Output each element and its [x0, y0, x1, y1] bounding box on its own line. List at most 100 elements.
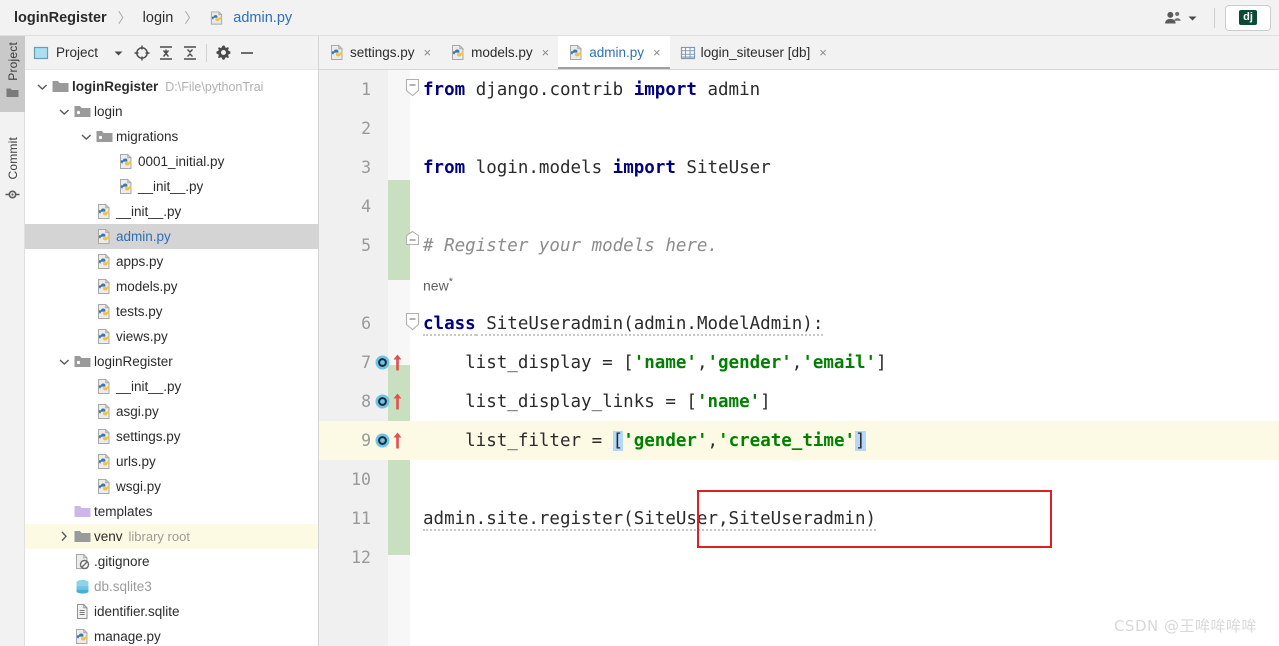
tree-item-label: views.py: [116, 329, 168, 344]
folder-icon: [73, 529, 91, 544]
user-account-button[interactable]: [1154, 10, 1208, 26]
gitignore-file-icon: [73, 553, 91, 570]
breadcrumb: loginRegister 〉 login 〉 admin.py: [0, 8, 296, 28]
editor-tab-login-siteuser-db[interactable]: login_siteuser [db] ×: [670, 36, 836, 69]
tree-item-label: loginRegister: [72, 79, 159, 94]
code-line: 5 # Register your models here.: [319, 226, 1279, 265]
python-file-icon: [209, 10, 224, 26]
python-file-icon: [95, 403, 113, 420]
python-file-icon: [95, 378, 113, 395]
tree-item-label: __init__.py: [116, 379, 182, 394]
tree-item-apps-py[interactable]: apps.py: [25, 249, 318, 274]
tree-item-init-py[interactable]: __init__.py: [25, 199, 318, 224]
line-number: 2: [361, 119, 371, 138]
tree-item-label: venv: [94, 529, 123, 544]
tree-item-label: asgi.py: [116, 404, 159, 419]
breadcrumb-separator-icon: 〉: [184, 9, 199, 26]
tree-item-asgi-py[interactable]: asgi.py: [25, 399, 318, 424]
editor-tab-settings-py[interactable]: settings.py ×: [319, 36, 440, 69]
line-content: list_display = ['name','gender','email']: [423, 352, 887, 373]
tree-item-loginregister[interactable]: loginRegister D:\File\pythonTrai: [25, 74, 318, 99]
project-panel-toolbar: Project: [25, 36, 318, 70]
editor-tab-admin-py[interactable]: admin.py ×: [558, 36, 671, 69]
tree-twisty-expanded-icon[interactable]: [33, 83, 51, 91]
tree-item-tests-py[interactable]: tests.py: [25, 299, 318, 324]
close-icon[interactable]: ×: [819, 45, 827, 60]
tree-item-tag: library root: [128, 529, 190, 544]
tree-twisty-expanded-icon[interactable]: [77, 133, 95, 141]
tool-tab-project[interactable]: Project: [0, 36, 25, 112]
tree-item-urls-py[interactable]: urls.py: [25, 449, 318, 474]
tree-item-identifier-sqlite[interactable]: identifier.sqlite: [25, 599, 318, 624]
editor-tab-label: login_siteuser [db]: [700, 45, 811, 60]
line-number: 8: [361, 392, 371, 411]
tree-item-loginregister[interactable]: loginRegister: [25, 349, 318, 374]
tree-item-label: admin.py: [116, 229, 171, 244]
tree-item-label: login: [94, 104, 123, 119]
tree-twisty-expanded-icon[interactable]: [55, 358, 73, 366]
gear-icon[interactable]: [211, 41, 235, 65]
python-file-icon: [95, 278, 113, 295]
breadcrumb-item-file[interactable]: admin.py: [229, 9, 296, 27]
gutter-marker-property[interactable]: [374, 392, 404, 411]
tree-item-label: loginRegister: [94, 354, 173, 369]
toolbar-divider: [206, 43, 208, 62]
line-number: 5: [361, 236, 371, 255]
line-content: # Register your models here.: [423, 235, 719, 256]
templates-folder-icon: [73, 504, 91, 519]
minimize-icon[interactable]: [235, 41, 259, 65]
tree-twisty-collapsed-icon[interactable]: [55, 531, 73, 542]
tree-item-models-py[interactable]: models.py: [25, 274, 318, 299]
python-file-icon: [95, 328, 113, 345]
tree-item-gitignore[interactable]: .gitignore: [25, 549, 318, 574]
gutter-marker-property[interactable]: [374, 431, 404, 450]
tree-item-templates[interactable]: templates: [25, 499, 318, 524]
line-number: 9: [361, 431, 371, 450]
tree-item-views-py[interactable]: views.py: [25, 324, 318, 349]
python-file-icon: [95, 478, 113, 495]
expand-all-icon[interactable]: [154, 41, 178, 65]
python-file-icon: [450, 44, 466, 61]
tree-item-migrations[interactable]: migrations: [25, 124, 318, 149]
line-content: from django.contrib import admin: [423, 79, 761, 100]
tool-tab-commit[interactable]: Commit: [0, 131, 25, 213]
close-icon[interactable]: ×: [542, 45, 550, 60]
tree-item-label: wsgi.py: [116, 479, 162, 494]
tree-item-settings-py[interactable]: settings.py: [25, 424, 318, 449]
gutter-marker-property[interactable]: [374, 353, 404, 372]
tree-item-label: __init__.py: [116, 204, 182, 219]
code-editor[interactable]: 1 from django.contrib import admin 2 3 f…: [319, 70, 1279, 646]
editor-tab-label: settings.py: [350, 45, 415, 60]
tree-twisty-expanded-icon[interactable]: [55, 108, 73, 116]
close-icon[interactable]: ×: [653, 45, 661, 60]
ide-window: loginRegister 〉 login 〉 admin.py dj Proj…: [0, 0, 1279, 646]
chevron-down-icon[interactable]: [106, 41, 130, 65]
tree-item-label: apps.py: [116, 254, 164, 269]
editor-tab-models-py[interactable]: models.py ×: [440, 36, 558, 69]
top-bar: loginRegister 〉 login 〉 admin.py dj: [0, 0, 1279, 36]
tree-item-init-py[interactable]: __init__.py: [25, 174, 318, 199]
tree-item-label: manage.py: [94, 629, 161, 644]
tree-item-db-sqlite3[interactable]: db.sqlite3: [25, 574, 318, 599]
tree-item-0001-initial-py[interactable]: 0001_initial.py: [25, 149, 318, 174]
locate-target-icon[interactable]: [130, 41, 154, 65]
code-line: 7 list_display = ['name','gender','email…: [319, 343, 1279, 382]
line-number: 10: [351, 470, 371, 489]
chevron-down-icon: [1187, 14, 1198, 22]
line-number: 4: [361, 197, 371, 216]
tree-item-login[interactable]: login: [25, 99, 318, 124]
run-configuration-button[interactable]: dj: [1225, 4, 1271, 31]
tree-item-wsgi-py[interactable]: wsgi.py: [25, 474, 318, 499]
tree-item-path: D:\File\pythonTrai: [165, 79, 264, 94]
tree-item-init-py[interactable]: __init__.py: [25, 374, 318, 399]
tree-item-manage-py[interactable]: manage.py: [25, 624, 318, 646]
close-icon[interactable]: ×: [424, 45, 432, 60]
breadcrumb-item-project[interactable]: loginRegister: [10, 9, 111, 27]
code-lines: 1 from django.contrib import admin 2 3 f…: [319, 70, 1279, 646]
breadcrumb-item-login[interactable]: login: [139, 9, 178, 27]
tree-item-label: models.py: [116, 279, 178, 294]
left-tool-strip: Project Commit: [0, 36, 25, 646]
tree-item-venv[interactable]: venv library root: [25, 524, 318, 549]
collapse-all-icon[interactable]: [178, 41, 202, 65]
tree-item-admin-py[interactable]: admin.py: [25, 224, 318, 249]
